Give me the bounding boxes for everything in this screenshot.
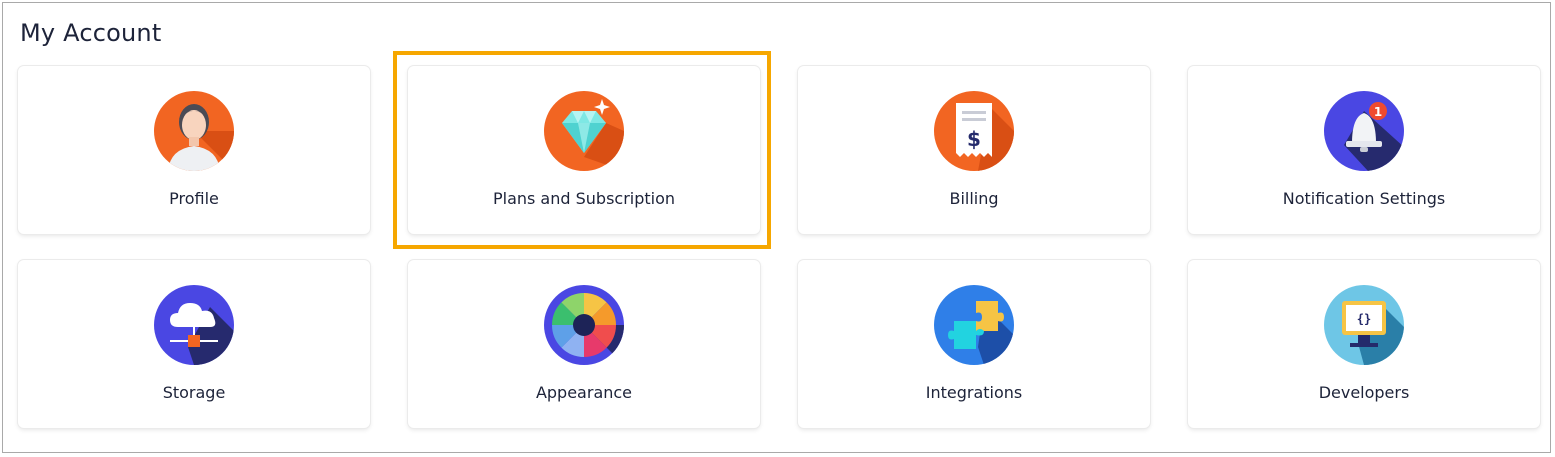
puzzle-icon [934, 285, 1014, 365]
tile-storage[interactable]: Storage [18, 260, 370, 428]
tile-label: Profile [169, 189, 219, 208]
tile-billing[interactable]: $ Billing [798, 66, 1150, 234]
svg-text:{}: {} [1357, 312, 1371, 326]
tile-label: Storage [162, 383, 226, 402]
bell-notification-icon: 1 [1324, 91, 1404, 171]
tile-label: Plans and Subscription [492, 189, 676, 208]
tile-notification-settings[interactable]: 1 Notification Settings [1188, 66, 1540, 234]
svg-text:1: 1 [1374, 105, 1382, 119]
tile-label: Appearance [535, 383, 633, 402]
tile-plans-and-subscription[interactable]: Plans and Subscription [408, 66, 760, 234]
tile-profile[interactable]: Profile [18, 66, 370, 234]
profile-avatar-icon [154, 91, 234, 171]
tile-integrations[interactable]: Integrations [798, 260, 1150, 428]
svg-text:$: $ [967, 127, 981, 151]
code-monitor-icon: {} [1324, 285, 1404, 365]
tile-label: Developers [1318, 383, 1410, 402]
receipt-dollar-icon: $ [934, 91, 1014, 171]
cloud-storage-icon [154, 285, 234, 365]
tile-label: Notification Settings [1282, 189, 1446, 208]
tile-label: Billing [949, 189, 999, 208]
tile-label: Integrations [925, 383, 1023, 402]
diamond-icon [544, 91, 624, 171]
tile-appearance[interactable]: Appearance [408, 260, 760, 428]
color-wheel-icon [544, 285, 624, 365]
page-title: My Account [20, 19, 162, 47]
tile-developers[interactable]: {} Developers [1188, 260, 1540, 428]
